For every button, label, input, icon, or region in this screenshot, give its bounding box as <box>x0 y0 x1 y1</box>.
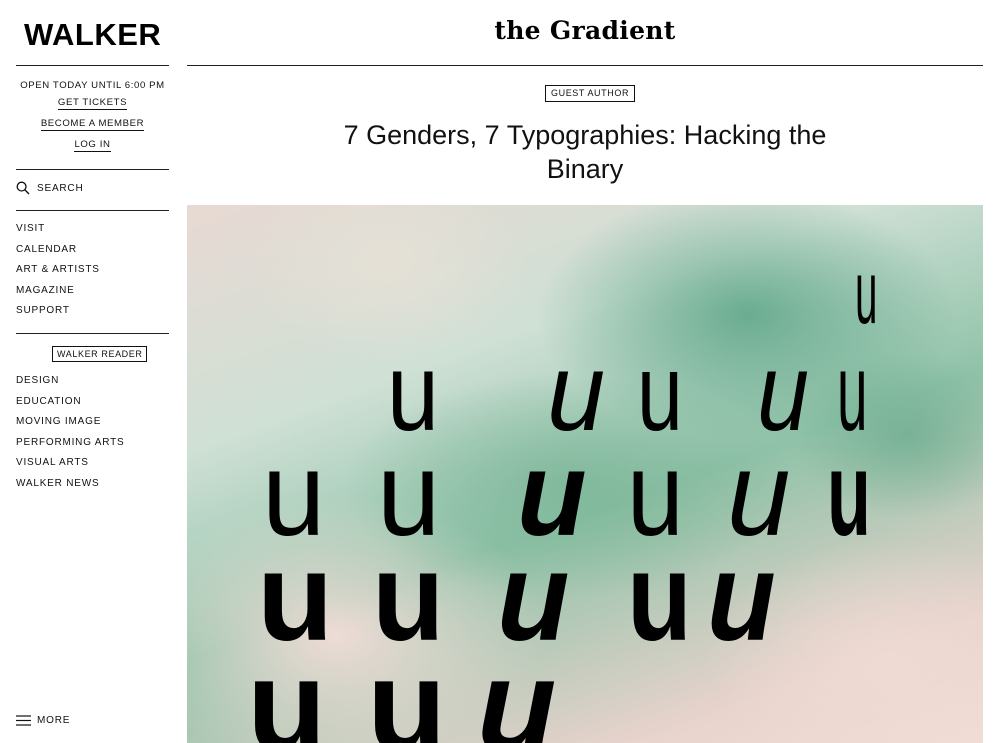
become-member-link[interactable]: BECOME A MEMBER <box>40 118 145 131</box>
divider <box>16 169 169 170</box>
nav-item-support[interactable]: SUPPORT <box>16 301 100 322</box>
hero-glyph: u <box>477 632 556 743</box>
nav-item-design[interactable]: DESIGN <box>16 371 125 392</box>
nav-item-performing-arts[interactable]: PERFORMING ARTS <box>16 433 125 454</box>
hero-glyph: u <box>827 426 871 561</box>
nav-item-walker-news[interactable]: WALKER NEWS <box>16 474 125 495</box>
nav-item-visual-arts[interactable]: VISUAL ARTS <box>16 453 125 474</box>
hero-glyph: u <box>247 632 326 743</box>
walker-logo[interactable]: WALKER <box>24 17 161 53</box>
nav-item-magazine[interactable]: MAGAZINE <box>16 281 100 302</box>
article-title-line1: 7 Genders, 7 Typographies: Hacking the <box>343 120 827 150</box>
nav-item-moving-image[interactable]: MOVING IMAGE <box>16 412 125 433</box>
nav-item-education[interactable]: EDUCATION <box>16 392 125 413</box>
main-nav: VISIT CALENDAR ART & ARTISTS MAGAZINE SU… <box>16 219 100 322</box>
more-button[interactable]: MORE <box>16 715 70 726</box>
search-icon <box>16 181 30 195</box>
divider <box>16 65 169 66</box>
hero-glyph: u <box>855 242 878 343</box>
reader-nav: DESIGN EDUCATION MOVING IMAGE PERFORMING… <box>16 371 125 495</box>
divider <box>16 210 169 211</box>
walker-reader-badge[interactable]: WALKER READER <box>52 346 148 362</box>
get-tickets-link[interactable]: GET TICKETS <box>57 97 128 110</box>
hero-glyph: u <box>367 632 446 743</box>
hero-image: uuuuuuuuuuuuuuuuuuuu <box>187 205 983 743</box>
search-button[interactable]: SEARCH <box>16 181 83 195</box>
nav-item-art-artists[interactable]: ART & ARTISTS <box>16 260 100 281</box>
more-label: MORE <box>37 715 71 726</box>
sidebar: WALKER OPEN TODAY UNTIL 6:00 PM GET TICK… <box>0 0 187 743</box>
nav-item-calendar[interactable]: CALENDAR <box>16 240 100 261</box>
article-title: 7 Genders, 7 Typographies: Hacking the B… <box>187 118 983 186</box>
visit-info: OPEN TODAY UNTIL 6:00 PM GET TICKETS BEC… <box>16 79 169 152</box>
guest-author-badge: GUEST AUTHOR <box>545 85 636 102</box>
search-label: SEARCH <box>37 182 84 194</box>
article-title-line2: Binary <box>546 154 624 184</box>
divider <box>16 333 169 334</box>
hero-glyph: u <box>627 527 692 667</box>
log-in-link[interactable]: LOG IN <box>74 139 111 152</box>
section-header: the Gradient <box>187 0 983 66</box>
the-gradient-logo[interactable]: the Gradient <box>187 16 983 45</box>
hero-glyph: u <box>707 528 776 668</box>
menu-icon <box>16 715 31 726</box>
nav-item-visit[interactable]: VISIT <box>16 219 100 240</box>
hero-glyphs: uu u u u uu u u u u uu u u u uu u u <box>247 242 878 743</box>
open-hours: OPEN TODAY UNTIL 6:00 PM <box>20 80 165 91</box>
